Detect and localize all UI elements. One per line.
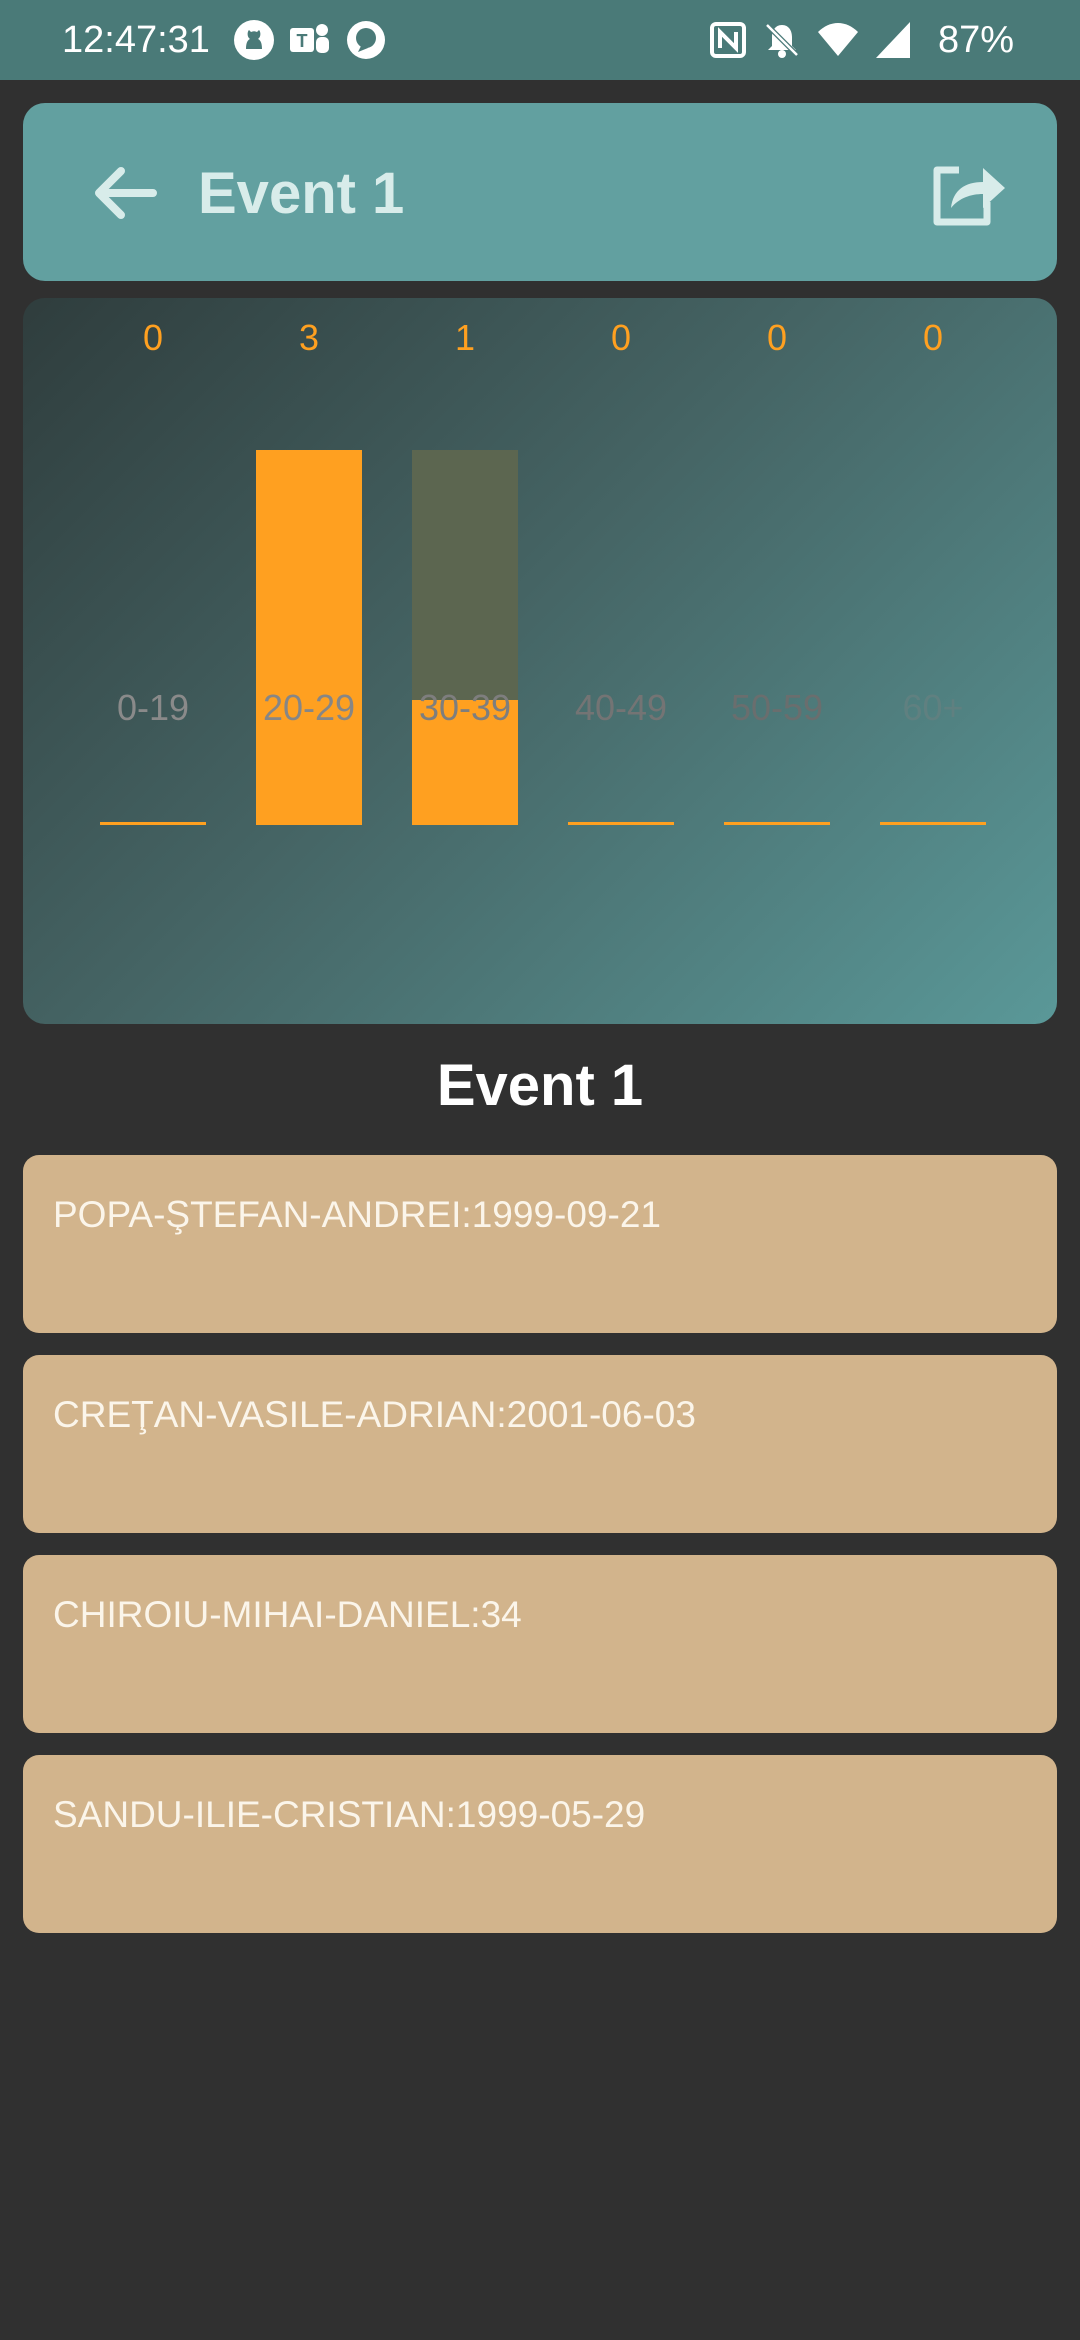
nfc-icon — [709, 22, 746, 58]
share-icon — [933, 166, 1005, 226]
chart-bar — [100, 822, 206, 825]
chart-bar — [256, 450, 362, 825]
chart-tick-label: 40-49 — [575, 687, 667, 728]
svg-text:T: T — [297, 31, 308, 51]
chart-data-label: 0 — [923, 317, 943, 358]
chart-data-labels: 0 3 1 0 0 0 — [143, 317, 943, 358]
chart-tick-label: 30-39 — [419, 687, 511, 728]
chart-bar — [724, 822, 830, 825]
chart-tick-labels: 0-19 20-29 30-39 40-49 50-59 60+ — [117, 687, 964, 728]
status-icons-left: T — [232, 18, 388, 62]
chart-svg: 0 3 1 0 0 0 0-19 20-29 30-39 40-49 50-59 60+ — [100, 317, 986, 825]
chart-data-label: 0 — [767, 317, 787, 358]
participant-list: POPA-ŞTEFAN-ANDREI:1999-09-21 CREŢAN-VASI… — [23, 1155, 1057, 1955]
chart-bar — [880, 822, 986, 825]
list-item[interactable]: POPA-ŞTEFAN-ANDREI:1999-09-21 — [23, 1155, 1057, 1333]
chart-tick-label: 60+ — [902, 687, 963, 728]
page-title: Event 1 — [198, 161, 405, 226]
section-title: Event 1 — [436, 1053, 644, 1118]
chart-bar — [568, 822, 674, 825]
wifi-icon — [817, 23, 858, 56]
list-item[interactable]: SANDU-ILIE-CRISTIAN:1999-05-29 — [23, 1755, 1057, 1933]
list-item[interactable]: CHIROIU-MIHAI-DANIEL:34 — [23, 1555, 1057, 1733]
notifications-off-icon — [765, 23, 799, 58]
list-item-text: CHIROIU-MIHAI-DANIEL:34 — [53, 1594, 522, 1635]
chart-tick-label: 0-19 — [117, 687, 189, 728]
share-button[interactable] — [919, 143, 1019, 243]
status-icons-right: 87% — [708, 16, 1014, 64]
chart-data-label: 0 — [611, 317, 631, 358]
cell-signal-icon — [875, 22, 910, 58]
age-distribution-chart: 0 3 1 0 0 0 0-19 20-29 30-39 40-49 50-59 60+ — [23, 298, 1057, 1024]
list-item[interactable]: CREŢAN-VASILE-ADRIAN:2001-06-03 — [23, 1355, 1057, 1533]
status-bar: 12:47:31 T 87% — [0, 0, 1080, 80]
list-item-text: POPA-ŞTEFAN-ANDREI:1999-09-21 — [53, 1194, 661, 1235]
status-time: 12:47:31 — [62, 19, 210, 61]
chat-bubble-icon — [347, 21, 385, 59]
teams-icon: T — [290, 24, 329, 53]
chart-bars — [100, 450, 986, 825]
chart-data-label: 1 — [455, 317, 475, 358]
github-icon — [234, 20, 274, 60]
battery-level: 87% — [937, 19, 1014, 61]
chart-tick-label: 20-29 — [263, 687, 355, 728]
list-item-text: SANDU-ILIE-CRISTIAN:1999-05-29 — [53, 1794, 646, 1835]
back-button[interactable] — [75, 143, 175, 243]
chart-tick-label: 50-59 — [731, 687, 823, 728]
chart-data-label: 0 — [143, 317, 163, 358]
list-item-text: CREŢAN-VASILE-ADRIAN:2001-06-03 — [53, 1394, 696, 1435]
chart-data-label: 3 — [299, 317, 319, 358]
arrow-left-icon — [95, 167, 157, 219]
app-bar: Event 1 — [23, 103, 1057, 281]
